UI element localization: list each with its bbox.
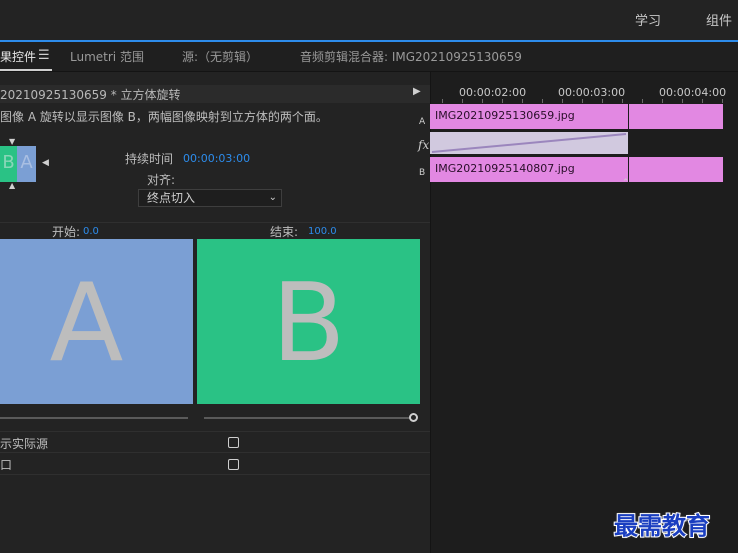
alignment-label: 对齐:	[147, 173, 176, 187]
preview-end-letter: B	[271, 261, 346, 386]
watermark: 最需教育	[613, 510, 711, 541]
track-a-label: A	[419, 117, 426, 127]
edge-arrow-bottom-icon[interactable]: ▲	[9, 181, 15, 190]
hamburger-menu-icon[interactable]: ☰	[38, 48, 50, 63]
tab-audio-clip-mixer[interactable]: 音频剪辑混合器: IMG20210925130659	[300, 48, 522, 65]
thumbnail-b-letter: B	[2, 152, 15, 173]
clip-a[interactable]: IMG20210925130659.jpg	[430, 104, 723, 129]
playhead-marker-icon[interactable]: ⌃	[622, 178, 630, 188]
start-slider-track[interactable]	[0, 417, 188, 419]
fx-icon: fx	[418, 138, 430, 152]
end-value[interactable]: 100.0	[308, 226, 337, 237]
clip-b-name: IMG20210925140807.jpg	[435, 162, 575, 175]
transition-description: 图像 A 旋转以显示图像 B，两幅图像映射到立方体的两个面。	[0, 110, 328, 124]
chevron-down-icon: ⌄	[268, 192, 277, 203]
end-label: 结束:	[270, 225, 299, 239]
start-value[interactable]: 0.0	[83, 226, 99, 237]
playhead-line[interactable]	[628, 104, 629, 182]
edge-arrow-right-icon[interactable]: ◀	[42, 158, 49, 168]
ruler-label-3s: 00:00:03:00	[558, 86, 626, 99]
tab-source[interactable]: 源:（无剪辑）	[182, 48, 258, 65]
alignment-selected-value: 终点切入	[147, 191, 196, 205]
preview-start: A	[0, 239, 193, 404]
clip-header: 20210925130659 * 立方体旋转 ▶	[0, 85, 430, 103]
track-b-label: B	[419, 168, 426, 178]
thumbnail-b: B	[0, 146, 17, 182]
ruler-label-4s: 00:00:04:00	[659, 86, 727, 99]
thumbnail-a-letter: A	[20, 152, 33, 173]
clip-b[interactable]: IMG20210925140807.jpg	[430, 157, 723, 182]
workspace-tab-assembly[interactable]: 组件	[706, 10, 732, 29]
divider	[0, 431, 430, 432]
show-actual-sources-label: 示实际源	[0, 437, 49, 451]
end-slider-handle[interactable]	[409, 413, 418, 422]
workspace-tab-learn[interactable]: 学习	[635, 10, 661, 29]
transition-block[interactable]	[430, 132, 628, 154]
tab-effect-controls[interactable]: 果控件	[0, 48, 36, 65]
workspace-bar: 学习 组件	[0, 0, 738, 42]
play-transition-icon[interactable]: ▶	[413, 86, 421, 97]
reverse-label: 口	[0, 458, 13, 472]
panel-tab-bar: 果控件 ☰ Lumetri 范围 源:（无剪辑） 音频剪辑混合器: IMG202…	[0, 42, 738, 72]
start-label: 开始:	[52, 225, 81, 239]
duration-label: 持续时间	[125, 152, 174, 166]
transition-curve	[431, 133, 627, 153]
tab-lumetri-scopes[interactable]: Lumetri 范围	[70, 48, 144, 65]
clip-header-title: 20210925130659 * 立方体旋转	[0, 88, 181, 102]
divider	[0, 452, 430, 453]
show-actual-sources-checkbox[interactable]	[228, 437, 239, 448]
thumbnail-a: A	[17, 146, 36, 182]
clip-a-name: IMG20210925130659.jpg	[435, 109, 575, 122]
duration-value[interactable]: 00:00:03:00	[183, 152, 250, 165]
preview-start-letter: A	[49, 261, 124, 386]
reverse-checkbox[interactable]	[228, 459, 239, 470]
time-ruler[interactable]	[432, 99, 738, 103]
active-tab-indicator	[0, 69, 52, 71]
ruler-label-2s: 00:00:02:00	[459, 86, 527, 99]
end-slider-track[interactable]	[204, 417, 410, 419]
alignment-dropdown[interactable]: 终点切入 ⌄	[138, 189, 282, 207]
edge-arrow-top-icon[interactable]: ▼	[9, 137, 15, 146]
divider	[0, 474, 430, 475]
preview-end: B	[197, 239, 420, 404]
